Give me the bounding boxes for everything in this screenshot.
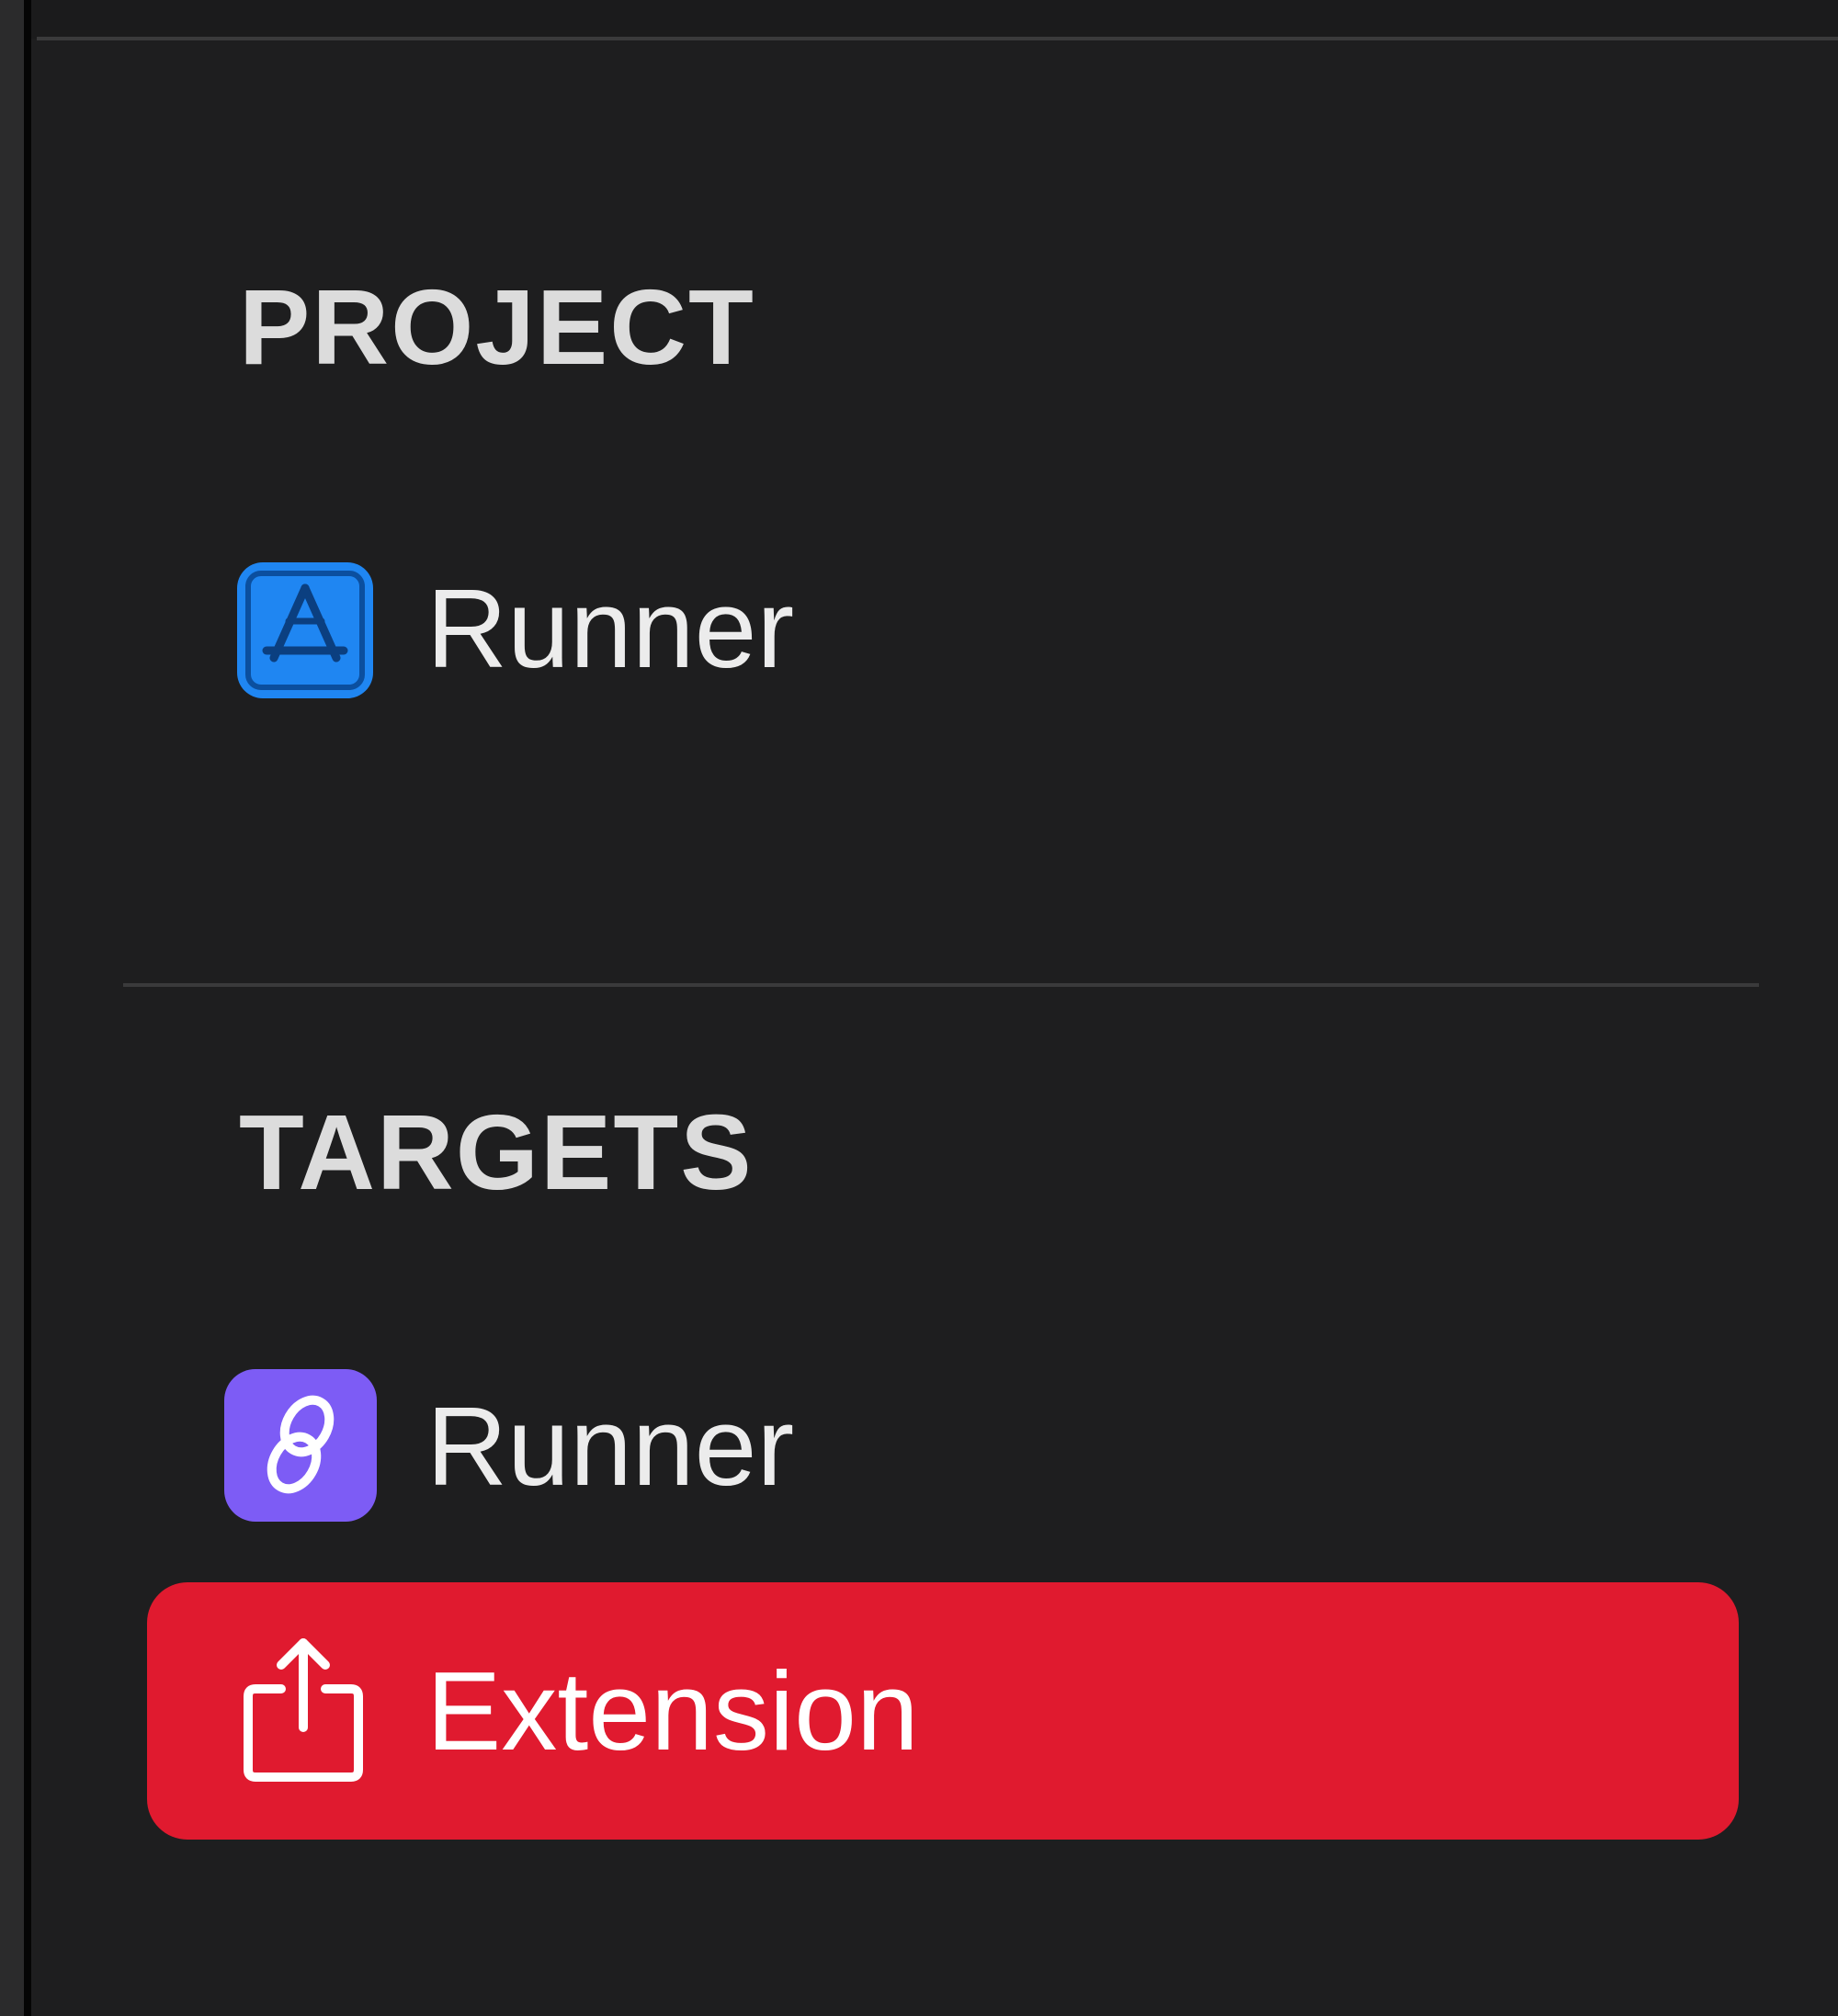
left-edge-panel xyxy=(0,0,26,2016)
target-item-extension[interactable]: Extension xyxy=(147,1582,1739,1840)
project-navigator: PROJECT Runner TARGETS Runner Extension xyxy=(0,0,1838,2016)
project-item-runner[interactable]: Runner xyxy=(147,549,1739,708)
project-item-label: Runner xyxy=(426,566,795,691)
panel-divider[interactable] xyxy=(24,0,31,2016)
target-item-label: Runner xyxy=(426,1384,795,1509)
target-item-runner[interactable]: Runner xyxy=(147,1367,1739,1525)
section-header-targets: TARGETS xyxy=(239,1093,754,1212)
section-header-project: PROJECT xyxy=(239,267,755,387)
top-bar xyxy=(31,0,1838,39)
xcode-project-icon xyxy=(233,559,377,702)
target-item-label: Extension xyxy=(426,1648,919,1773)
section-divider xyxy=(123,983,1759,987)
top-divider xyxy=(37,37,1838,40)
share-extension-icon xyxy=(239,1632,368,1784)
flutter-app-target-icon xyxy=(222,1367,379,1523)
